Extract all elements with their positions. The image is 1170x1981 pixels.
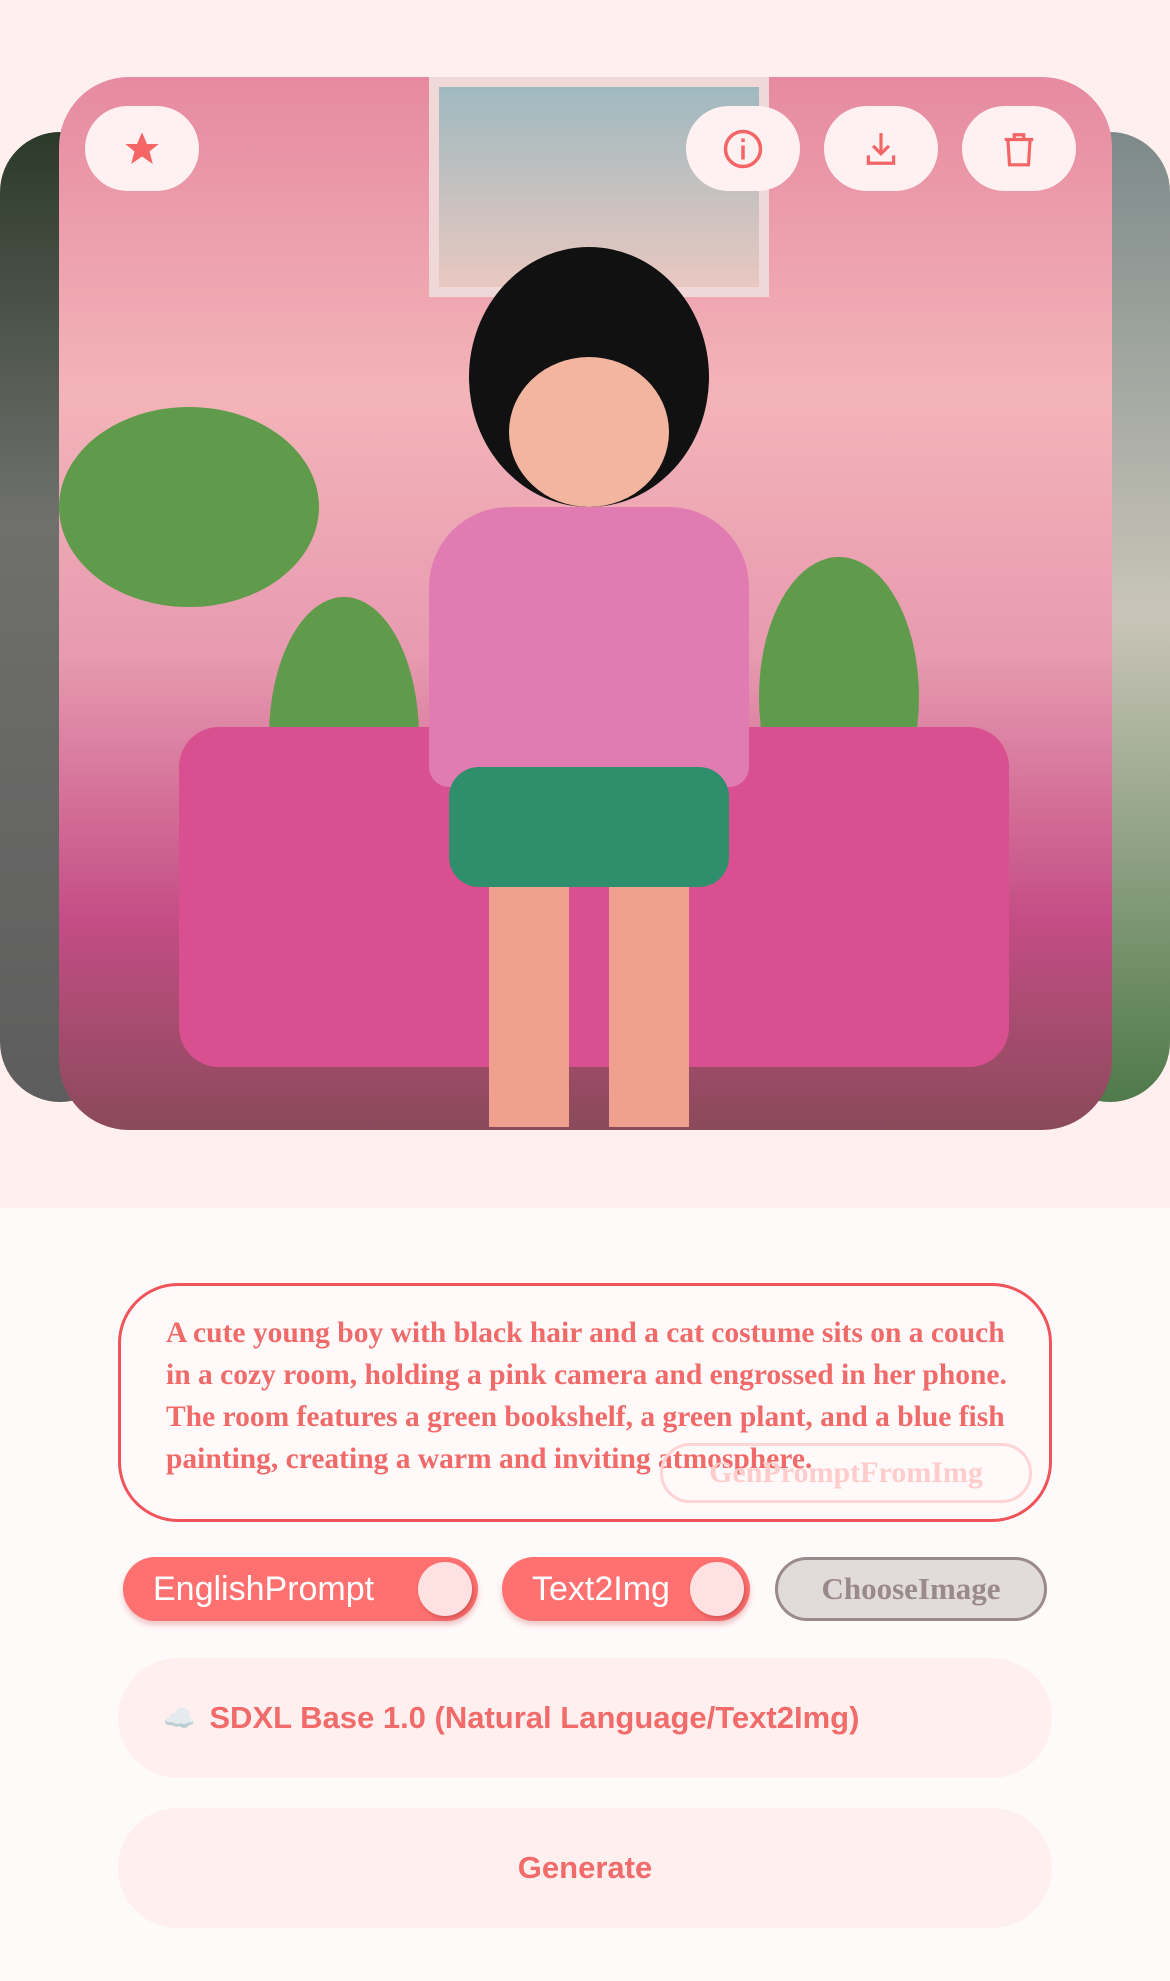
info-icon (723, 129, 763, 168)
download-button[interactable] (824, 106, 938, 191)
model-label: SDXL Base 1.0 (Natural Language/Text2Img… (209, 1700, 860, 1735)
model-selector[interactable]: ☁️ SDXL Base 1.0 (Natural Language/Text2… (118, 1658, 1052, 1778)
toggle-knob (418, 1562, 472, 1616)
choose-image-button[interactable]: ChooseImage (775, 1557, 1047, 1621)
english-prompt-label: EnglishPrompt (153, 1569, 375, 1608)
favorite-button[interactable] (85, 106, 199, 191)
text2img-label: Text2Img (532, 1569, 670, 1608)
text2img-toggle[interactable]: Text2Img (502, 1557, 750, 1621)
english-prompt-toggle[interactable]: EnglishPrompt (123, 1557, 478, 1621)
generated-image (59, 77, 1112, 1130)
plant (59, 407, 319, 607)
image-carousel[interactable] (0, 0, 1170, 1208)
generate-button[interactable]: Generate (118, 1808, 1052, 1928)
cloud-icon: ☁️ (163, 1702, 196, 1733)
boy-figure (429, 247, 749, 1127)
star-icon (125, 131, 159, 164)
info-button[interactable] (686, 106, 800, 191)
download-icon (866, 132, 896, 165)
trash-icon (1004, 132, 1034, 166)
toggle-knob (690, 1562, 744, 1616)
delete-button[interactable] (962, 106, 1076, 191)
gen-prompt-from-img-button[interactable]: GenPromptFromImg (660, 1443, 1032, 1503)
